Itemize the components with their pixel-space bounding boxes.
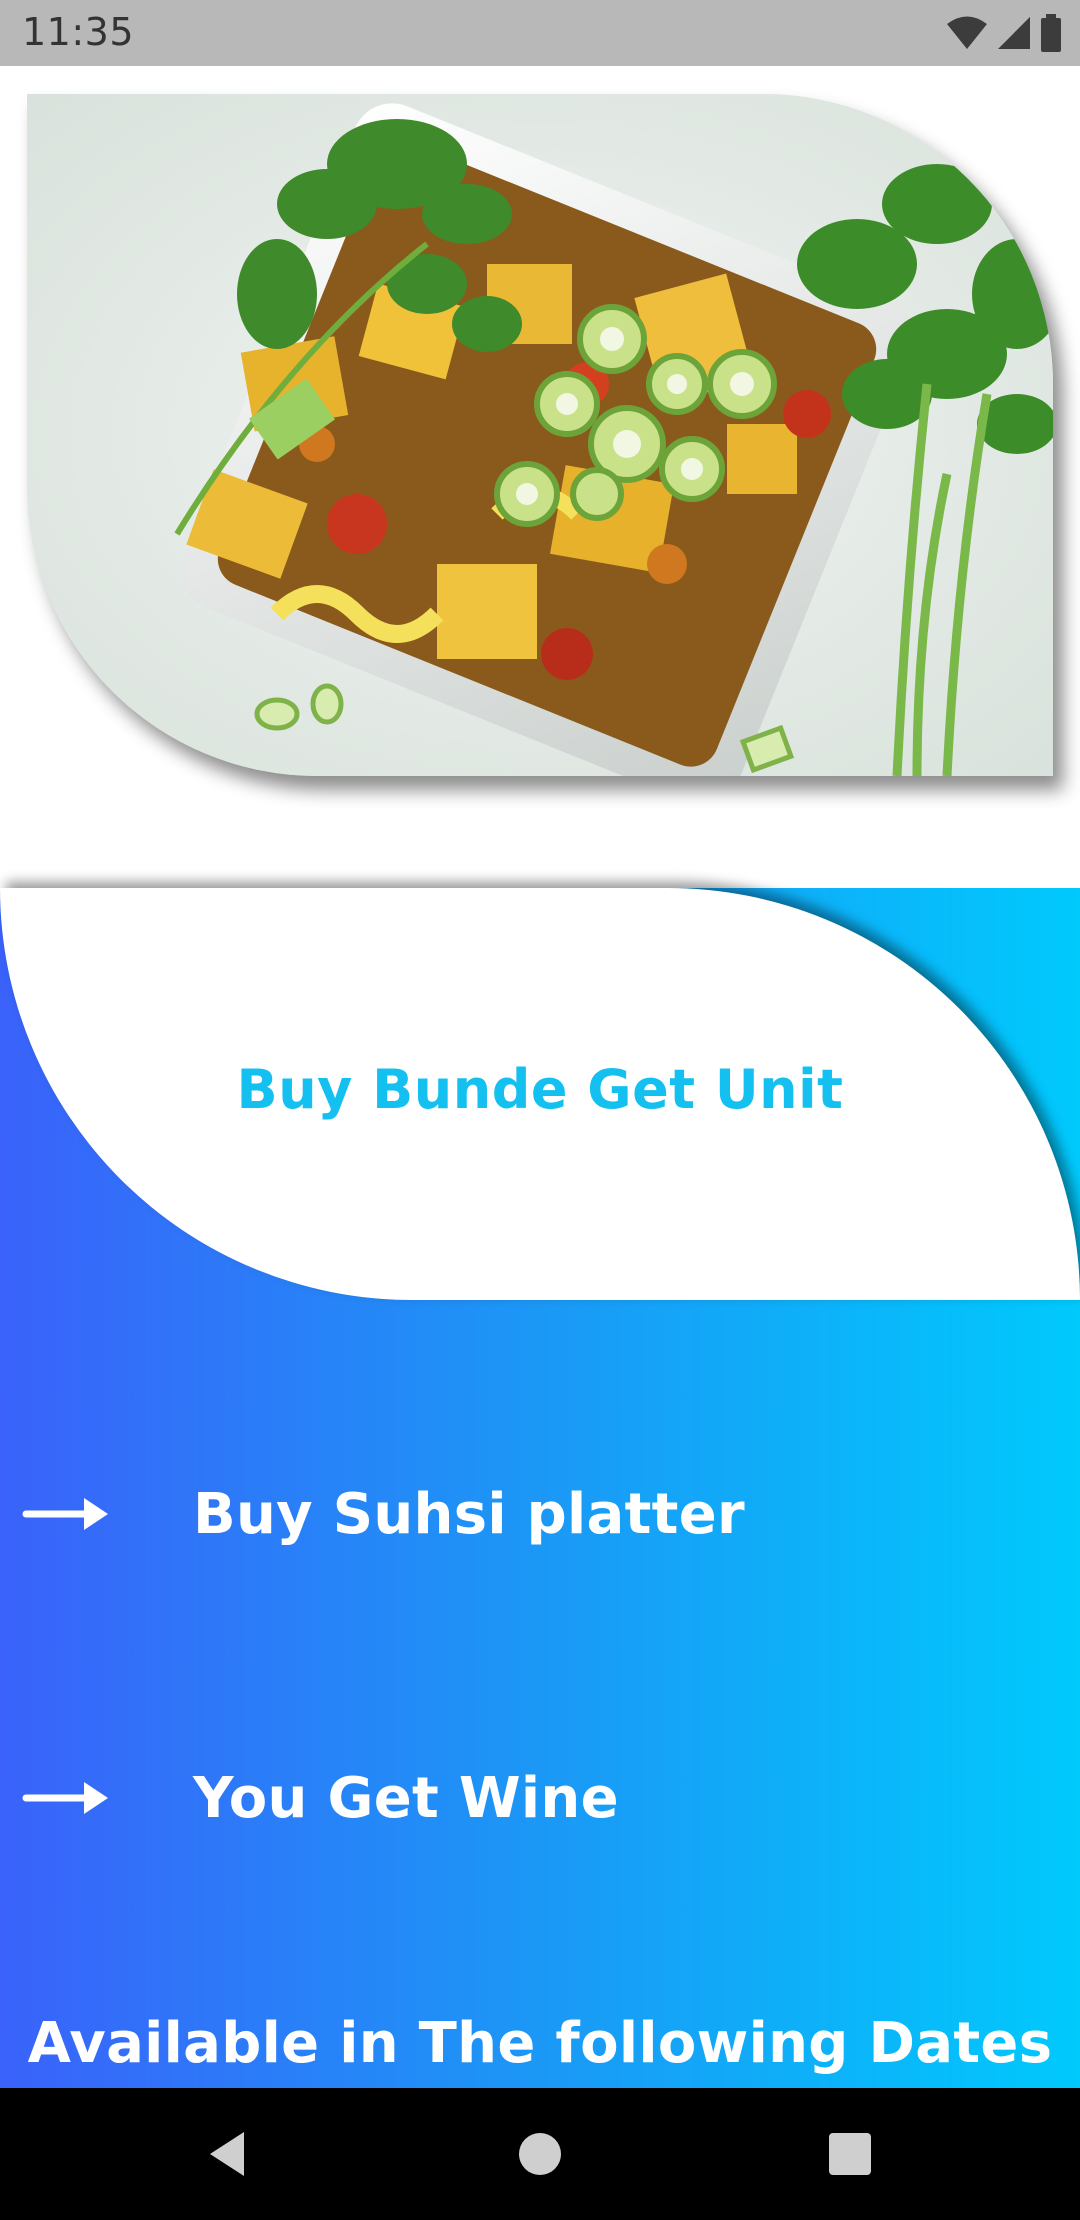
home-icon[interactable]	[504, 2118, 576, 2190]
cellular-signal-icon	[998, 17, 1030, 49]
wifi-icon	[947, 16, 987, 49]
hero-food-image	[27, 94, 1053, 776]
promo-header-card: Buy Bunde Get Unit	[0, 888, 1080, 1300]
status-bar: 11:35	[0, 0, 1080, 66]
offer-row-1: Buy Suhsi platter	[0, 1469, 1080, 1559]
battery-icon	[1041, 14, 1061, 52]
back-icon[interactable]	[190, 2118, 262, 2190]
arrow-right-icon	[22, 1782, 108, 1814]
promo-title: Buy Bunde Get Unit	[236, 1058, 844, 1121]
offer-row-2: You Get Wine	[0, 1753, 1080, 1843]
arrow-right-icon	[22, 1498, 108, 1530]
status-time: 11:35	[22, 10, 135, 54]
recents-icon[interactable]	[814, 2118, 886, 2190]
promo-section: Buy Bunde Get Unit Buy Suhsi platter You…	[0, 888, 1080, 2088]
system-nav-bar	[0, 2088, 1080, 2220]
dates-heading: Available in The following Dates	[27, 2011, 1053, 2076]
status-icons	[946, 14, 1062, 52]
screen: 11:35 Buy Bunde Get Unit Buy Suhsi platt…	[0, 0, 1080, 2220]
curry-bowl-illustration	[27, 94, 1053, 776]
offer-label: Buy Suhsi platter	[193, 1481, 745, 1547]
offer-label: You Get Wine	[193, 1765, 619, 1831]
